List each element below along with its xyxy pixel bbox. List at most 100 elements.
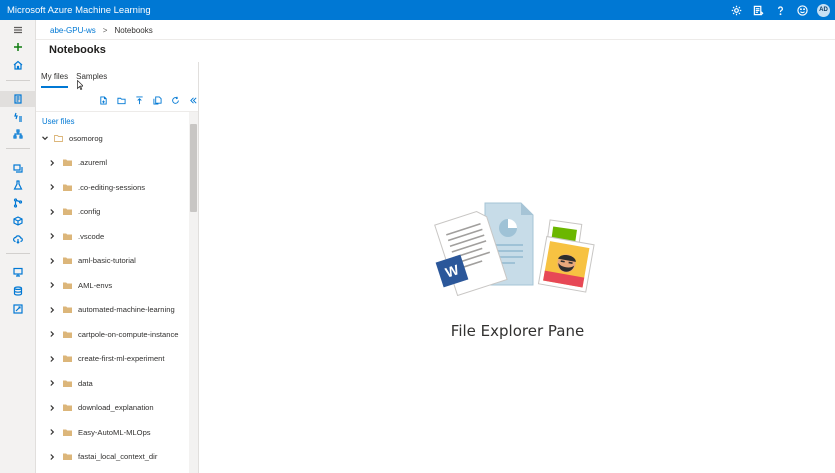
folder-icon [63, 380, 72, 387]
new-folder-icon[interactable] [112, 93, 130, 107]
tree-item-label: .vscode [78, 231, 105, 241]
chevron-right-icon[interactable] [48, 404, 56, 412]
tree-item[interactable]: automated-machine-learning [36, 300, 189, 320]
tree-item-label: .co-editing-sessions [78, 182, 146, 192]
scroll-down-icon[interactable] [191, 466, 196, 471]
breadcrumb-current: Notebooks [114, 25, 153, 35]
copy-icon[interactable] [148, 93, 166, 107]
folder-open-icon [54, 134, 63, 142]
file-tree-scrollbar[interactable] [189, 112, 198, 473]
chevron-right-icon[interactable] [48, 306, 56, 314]
tree-item-label: fastai_local_context_dir [78, 452, 158, 461]
compute-icon[interactable] [0, 264, 36, 280]
designer-icon[interactable] [0, 126, 36, 142]
tree-item[interactable]: Easy-AutoML-MLOps [36, 422, 189, 442]
tree-item-label: AML-envs [78, 280, 113, 290]
tree-item-label: aml-basic-tutorial [78, 256, 136, 265]
chevron-right-icon[interactable] [48, 257, 56, 265]
nav-separator [6, 253, 30, 254]
app-title[interactable]: Microsoft Azure Machine Learning [0, 5, 151, 16]
tree-item-label: data [78, 378, 93, 388]
tree-item[interactable]: data [36, 373, 189, 393]
tree-item[interactable]: .co-editing-sessions [36, 177, 189, 197]
tree-item[interactable]: download_explanation [36, 398, 189, 418]
tree-item-label: .config [78, 207, 101, 216]
folder-icon [63, 184, 72, 191]
tree-item[interactable]: .config [36, 202, 189, 222]
pipelines-icon[interactable] [0, 195, 36, 211]
labeling-icon[interactable] [0, 301, 36, 317]
chevron-right-icon[interactable] [48, 330, 56, 338]
datasets-icon[interactable] [0, 160, 36, 176]
tree-item[interactable]: AML-envs [36, 275, 189, 295]
folder-icon [63, 331, 72, 338]
home-icon[interactable] [0, 57, 36, 73]
tab-my-files[interactable]: My files [41, 72, 69, 88]
tree-item[interactable]: .vscode [36, 226, 189, 246]
empty-state-label: File Explorer Pane [450, 322, 585, 340]
folder-icon [63, 159, 72, 166]
add-icon[interactable] [0, 39, 36, 55]
chevron-right-icon[interactable] [48, 159, 56, 167]
chevron-right-icon[interactable] [48, 355, 56, 363]
tree-item-label: cartpole-on-compute-instance [78, 329, 179, 339]
avatar[interactable]: AD [817, 3, 830, 17]
tree-item[interactable]: fastai_local_context_dir [36, 447, 189, 467]
chevron-down-icon[interactable] [41, 134, 49, 142]
new-file-icon[interactable] [94, 93, 112, 107]
file-explorer-pane: My files Samples User files osomorog .az… [36, 62, 199, 473]
top-bar: Microsoft Azure Machine Learning AD [0, 0, 835, 20]
scroll-thumb[interactable] [190, 124, 197, 212]
breadcrumb-workspace-link[interactable]: abe-GPU-ws [50, 26, 96, 35]
mouse-cursor-icon [77, 77, 85, 90]
chevron-right-icon[interactable] [48, 379, 56, 387]
folder-icon [63, 306, 72, 313]
automl-icon[interactable] [0, 109, 36, 125]
smiley-icon[interactable] [791, 0, 813, 20]
folder-icon [63, 208, 72, 215]
tree-item[interactable]: .azureml [36, 153, 189, 173]
notebooks-icon[interactable] [0, 91, 36, 107]
folder-icon [63, 282, 72, 289]
chevron-right-icon[interactable] [48, 183, 56, 191]
breadcrumb-divider [36, 39, 835, 40]
models-icon[interactable] [0, 213, 36, 229]
experiments-icon[interactable] [0, 177, 36, 193]
upload-icon[interactable] [130, 93, 148, 107]
breadcrumb-separator: > [102, 25, 108, 35]
main-content: W File Explorer Pane [200, 62, 835, 473]
scroll-up-icon[interactable] [191, 115, 196, 127]
folder-icon [63, 355, 72, 362]
tree-item[interactable]: cartpole-on-compute-instance [36, 324, 189, 344]
folder-icon [63, 257, 72, 264]
chevron-right-icon[interactable] [48, 281, 56, 289]
tree-item[interactable]: aml-basic-tutorial [36, 251, 189, 271]
folder-icon [63, 429, 72, 436]
nav-separator [6, 148, 30, 149]
tree-item-label: .azureml [78, 158, 108, 167]
file-explorer-illustration: W [434, 202, 595, 297]
tree-item-label: download_explanation [78, 403, 154, 412]
nav-separator [6, 80, 30, 81]
chevron-right-icon[interactable] [48, 208, 56, 216]
breadcrumb: abe-GPU-ws > Notebooks [50, 24, 153, 36]
folder-icon [63, 233, 72, 240]
datastores-icon[interactable] [0, 283, 36, 299]
folder-icon [63, 453, 72, 460]
left-nav-rail [0, 20, 36, 473]
chevron-right-icon[interactable] [48, 428, 56, 436]
endpoints-icon[interactable] [0, 231, 36, 247]
tree-root-folder[interactable]: osomorog [36, 128, 189, 148]
settings-icon[interactable] [725, 0, 747, 20]
tree-item[interactable]: create-first-ml-experiment [36, 349, 189, 369]
top-bar-actions: AD [725, 0, 830, 20]
refresh-icon[interactable] [166, 93, 184, 107]
chevron-right-icon[interactable] [48, 232, 56, 240]
help-icon[interactable] [769, 0, 791, 20]
pane-divider [36, 111, 198, 112]
hamburger-icon[interactable] [0, 22, 36, 38]
feedback-list-icon[interactable] [747, 0, 769, 20]
tree-item-label: automated-machine-learning [78, 305, 175, 314]
chevron-right-icon[interactable] [48, 453, 56, 461]
tree-item-label: Easy-AutoML-MLOps [78, 427, 151, 437]
